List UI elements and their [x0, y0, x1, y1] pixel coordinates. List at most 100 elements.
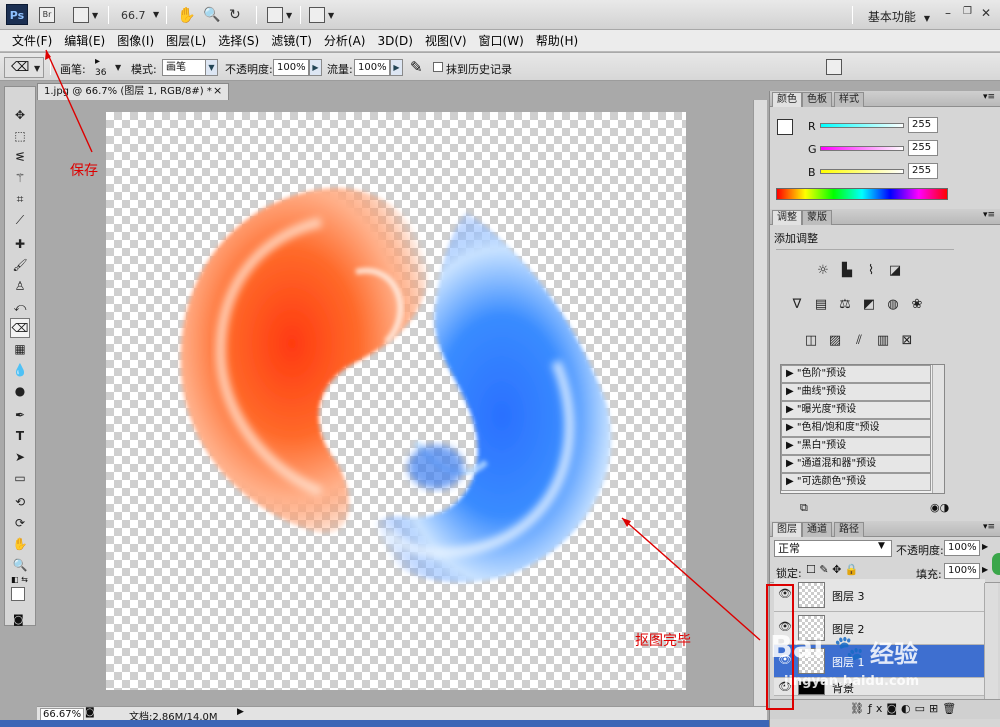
rotate-view-icon[interactable]: ↻ [228, 5, 242, 25]
posterize-icon[interactable]: ▨ [826, 331, 844, 349]
default-colors-icon[interactable]: ◧ ⇆ [11, 575, 28, 584]
bridge-button[interactable]: Br [38, 5, 56, 25]
r-input[interactable]: 255 [908, 117, 938, 133]
menu-3d[interactable]: 3D(D) [371, 30, 418, 52]
tab-color[interactable]: 颜色 [772, 92, 802, 107]
menu-image[interactable]: 图像(I) [111, 30, 160, 52]
flow-slider-button[interactable]: ▶ [390, 59, 403, 76]
menu-layer[interactable]: 图层(L) [160, 30, 212, 52]
foreground-color-swatch[interactable] [777, 119, 793, 135]
close-document-icon[interactable]: × [213, 84, 222, 97]
document-tab[interactable]: 1.jpg @ 66.7% (图层 1, RGB/8#) * [37, 83, 229, 100]
zoom-tool-icon[interactable]: 🔍 [202, 5, 221, 25]
blend-mode-select[interactable]: 正常 [774, 540, 892, 557]
adjustment-visibility-icon[interactable]: ◉◑ [930, 501, 949, 514]
opacity-slider-button[interactable]: ▶ [309, 59, 322, 76]
photo-filter-icon[interactable]: ◍ [884, 295, 902, 313]
airbrush-icon[interactable]: ✎ [410, 58, 423, 76]
magic-wand-tool-icon[interactable]: ⚚ [10, 168, 30, 188]
channel-mixer-icon[interactable]: ❀ [908, 295, 926, 313]
tab-layers[interactable]: 图层 [772, 522, 802, 537]
status-arrow-icon[interactable]: ▶ [237, 707, 244, 717]
panel-menu-icon[interactable]: ▾≡ [983, 522, 995, 532]
close-icon[interactable]: ✕ [981, 6, 991, 20]
exposure-icon[interactable]: ◪ [886, 261, 904, 279]
opacity-slider-button[interactable]: ▶ [982, 542, 988, 551]
fill-slider-button[interactable]: ▶ [982, 565, 988, 574]
arrange-documents-button[interactable]: ▼ [266, 5, 293, 25]
dodge-tool-icon[interactable]: ● [10, 381, 30, 401]
panel-menu-icon[interactable]: ▾≡ [983, 210, 995, 220]
zoom-tool-icon[interactable]: 🔍 [10, 555, 30, 575]
preset-selective-color[interactable]: ▶ "可选颜色"预设 [781, 473, 931, 491]
tab-styles[interactable]: 样式 [834, 92, 864, 107]
preset-curves[interactable]: ▶ "曲线"预设 [781, 383, 931, 401]
restore-icon[interactable]: ❐ [963, 6, 972, 17]
menu-analysis[interactable]: 分析(A) [318, 30, 372, 52]
screen-mode-button[interactable]: ▼ [72, 5, 99, 25]
type-tool-icon[interactable]: T [10, 426, 30, 446]
healing-brush-tool-icon[interactable]: ✚ [10, 234, 30, 254]
canvas[interactable] [106, 112, 686, 690]
b-slider[interactable] [820, 169, 904, 174]
status-info-icon[interactable]: ◙ [85, 707, 95, 718]
r-slider[interactable] [820, 123, 904, 128]
chevron-down-icon[interactable]: ▼ [153, 10, 159, 19]
history-brush-tool-icon[interactable]: ⤺ [10, 297, 30, 317]
shape-tool-icon[interactable]: ▭ [10, 468, 30, 488]
presets-scrollbar[interactable] [932, 365, 944, 493]
preset-black-white[interactable]: ▶ "黑白"预设 [781, 437, 931, 455]
gradient-map-icon[interactable]: ▥ [874, 331, 892, 349]
panel-menu-icon[interactable]: ▾≡ [983, 92, 995, 102]
invert-icon[interactable]: ◫ [802, 331, 820, 349]
layer-row[interactable]: 👁 图层 3 [774, 579, 985, 612]
vibrance-icon[interactable]: ∇ [788, 295, 806, 313]
quick-mask-icon[interactable]: ◙ [13, 613, 24, 626]
clip-to-layer-icon[interactable]: ⧉ [800, 501, 808, 515]
menu-window[interactable]: 窗口(W) [473, 30, 530, 52]
curves-icon[interactable]: ⌇ [862, 261, 880, 279]
pen-tool-icon[interactable]: ✒ [10, 405, 30, 425]
menu-file[interactable]: 文件(F) [6, 30, 58, 52]
tab-channels[interactable]: 通道 [802, 522, 832, 537]
black-white-icon[interactable]: ◩ [860, 295, 878, 313]
threshold-icon[interactable]: ⫽ [850, 331, 868, 349]
mode-dropdown-arrow[interactable]: ▼ [205, 59, 218, 76]
blur-tool-icon[interactable]: 💧 [10, 360, 30, 380]
document-vertical-scrollbar[interactable] [753, 100, 767, 706]
tab-adjustments[interactable]: 调整 [772, 210, 802, 225]
crop-tool-icon[interactable]: ⌗ [10, 189, 30, 209]
panel-toggle-icon[interactable] [826, 59, 842, 75]
chevron-down-icon[interactable]: ▼ [878, 541, 885, 551]
workspace-switcher[interactable]: 基本功能 ▼ [868, 8, 930, 25]
tool-preset-picker[interactable]: ⌫ ▼ [4, 57, 44, 78]
hue-saturation-icon[interactable]: ▤ [812, 295, 830, 313]
brush-picker[interactable]: ▸ 36 ▼ [92, 56, 121, 79]
opacity-input[interactable]: 100% [273, 59, 309, 76]
layer-name[interactable]: 图层 3 [832, 588, 865, 604]
g-slider[interactable] [820, 146, 904, 151]
tab-paths[interactable]: 路径 [834, 522, 864, 537]
preset-exposure[interactable]: ▶ "曝光度"预设 [781, 401, 931, 419]
menu-filter[interactable]: 滤镜(T) [265, 30, 318, 52]
tab-masks[interactable]: 蒙版 [802, 210, 832, 225]
menu-view[interactable]: 视图(V) [419, 30, 473, 52]
b-input[interactable]: 255 [908, 163, 938, 179]
levels-icon[interactable]: ▙ [838, 261, 856, 279]
flow-input[interactable]: 100% [354, 59, 390, 76]
3d-rotate-tool-icon[interactable]: ⟲ [10, 492, 30, 512]
hand-tool-icon[interactable]: ✋ [176, 5, 197, 25]
gradient-tool-icon[interactable]: ▦ [10, 339, 30, 359]
eraser-tool-icon[interactable]: ⌫ [10, 318, 30, 338]
hand-tool-icon[interactable]: ✋ [10, 534, 30, 554]
lock-icons[interactable]: ☐ ✎ ✥ 🔒 [806, 563, 858, 576]
brightness-icon[interactable]: ☼ [814, 261, 832, 279]
selective-color-icon[interactable]: ⊠ [898, 331, 916, 349]
marquee-tool-icon[interactable]: ⬚ [10, 126, 30, 146]
move-tool-icon[interactable]: ✥ [10, 105, 30, 125]
preset-channel-mixer[interactable]: ▶ "通道混和器"预设 [781, 455, 931, 473]
layer-opacity-input[interactable]: 100% [944, 540, 980, 556]
path-selection-tool-icon[interactable]: ➤ [10, 447, 30, 467]
brush-tool-icon[interactable]: 🖌 [10, 255, 30, 275]
color-balance-icon[interactable]: ⚖ [836, 295, 854, 313]
